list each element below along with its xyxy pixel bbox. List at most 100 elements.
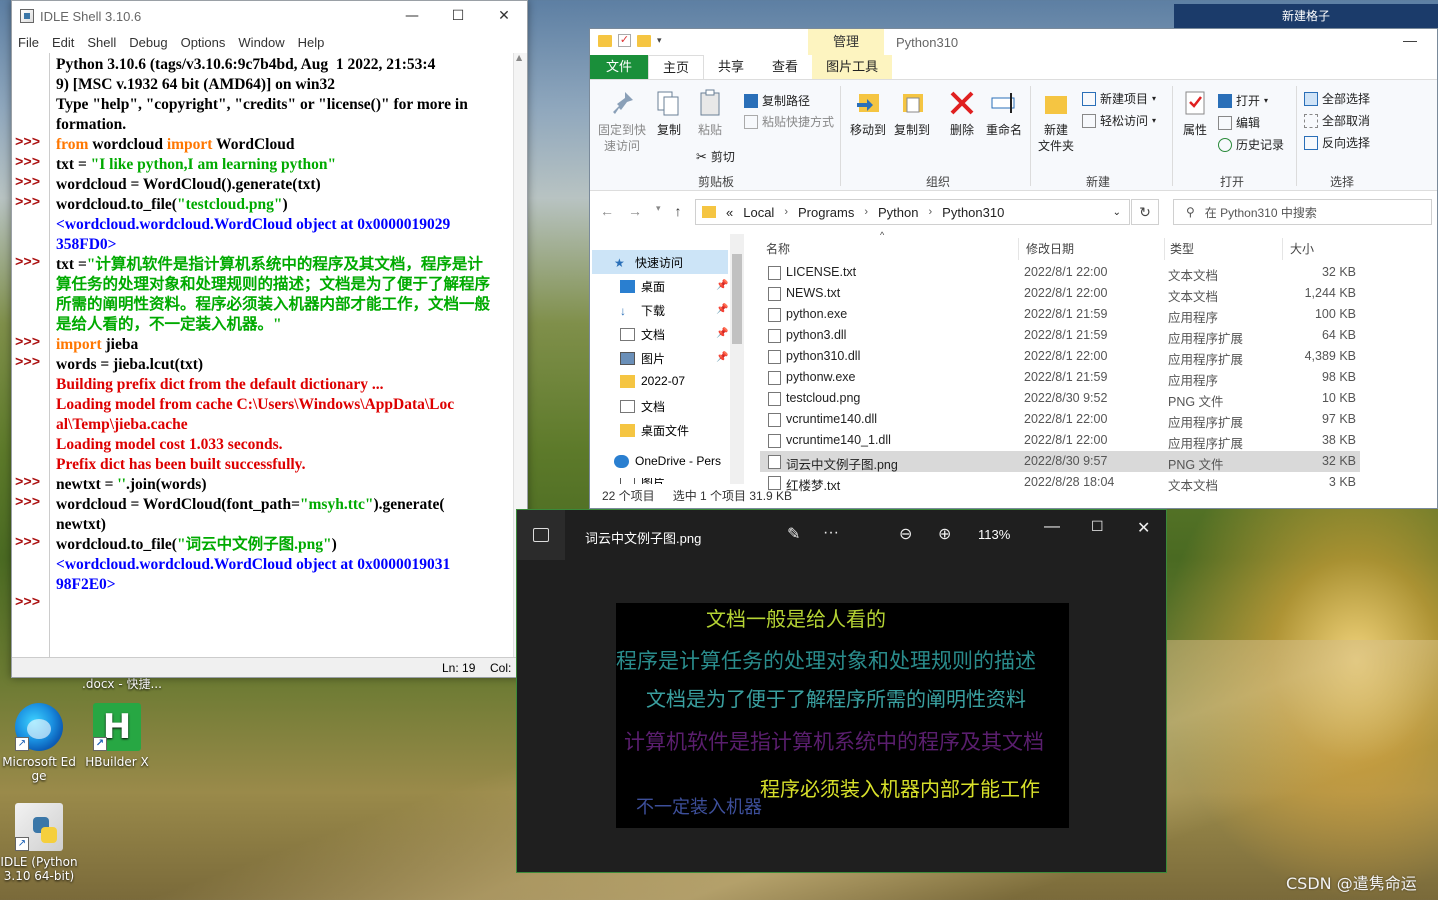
idle-titlebar[interactable]: IDLE Shell 3.10.6 — ☐ ✕ bbox=[12, 1, 527, 31]
tab-manage[interactable]: 管理 bbox=[808, 29, 884, 55]
forward-arrow-icon[interactable]: → bbox=[628, 203, 642, 219]
edit-image-icon[interactable]: ✎ bbox=[787, 524, 800, 544]
history-button[interactable]: 历史记录 bbox=[1218, 136, 1284, 153]
menu-debug[interactable]: Debug bbox=[129, 35, 167, 50]
copy-to-button[interactable]: 复制到 bbox=[892, 88, 932, 138]
nav-onedrive-pictures[interactable]: 图片 bbox=[620, 478, 665, 484]
file-row[interactable]: 红楼梦.txt 2022/8/28 18:04 文本文档 3 KB bbox=[760, 472, 1360, 493]
desktop-icon-edge[interactable]: ↗ Microsoft Ed ge bbox=[0, 703, 78, 783]
chevron-down-icon[interactable]: ⌄ bbox=[1113, 207, 1121, 218]
csdn-watermark: CSDN @遣隽命运 bbox=[1286, 874, 1417, 893]
paste-shortcut-button[interactable]: 粘贴快捷方式 bbox=[744, 113, 834, 130]
easy-access-button[interactable]: 轻松访问 ▾ bbox=[1082, 112, 1156, 129]
nav-folder-2022-07[interactable]: 2022-07 bbox=[620, 374, 685, 388]
crumb-local[interactable]: Local bbox=[743, 205, 774, 220]
crumb-python310[interactable]: Python310 bbox=[942, 205, 1004, 220]
minimize-button[interactable]: — bbox=[389, 1, 435, 31]
photos-app-icon[interactable] bbox=[517, 510, 565, 560]
menu-file[interactable]: File bbox=[18, 35, 39, 50]
maximize-button[interactable]: ☐ bbox=[435, 1, 481, 31]
file-row[interactable]: NEWS.txt 2022/8/1 22:00 文本文档 1,244 KB bbox=[760, 283, 1360, 304]
file-row[interactable]: 词云中文例子图.png 2022/8/30 9:57 PNG 文件 32 KB bbox=[760, 451, 1360, 472]
tab-share[interactable]: 共享 bbox=[704, 55, 758, 79]
chevron-right-icon: › bbox=[784, 206, 788, 218]
new-folder-button[interactable]: 新建 文件夹 bbox=[1036, 88, 1076, 154]
refresh-button[interactable]: ↻ bbox=[1131, 199, 1159, 225]
paste-button[interactable]: 粘贴 bbox=[693, 88, 727, 138]
search-input[interactable]: ⚲ 在 Python310 中搜索 bbox=[1173, 199, 1432, 225]
close-button[interactable]: ✕ bbox=[1137, 518, 1150, 538]
tab-view[interactable]: 查看 bbox=[758, 55, 812, 79]
tab-picture-tools[interactable]: 图片工具 bbox=[812, 55, 893, 79]
minimize-button[interactable]: — bbox=[1403, 32, 1417, 48]
recent-dropdown-icon[interactable]: ▾ bbox=[656, 203, 661, 219]
file-name: vcruntime140.dll bbox=[786, 412, 878, 426]
delete-button[interactable]: 删除 bbox=[942, 88, 982, 138]
new-item-button[interactable]: 新建项目 ▾ bbox=[1082, 90, 1156, 107]
minimize-button[interactable]: — bbox=[1044, 518, 1060, 536]
copy-path-button[interactable]: 复制路径 bbox=[744, 92, 810, 109]
nav-desktop-files[interactable]: 桌面文件 bbox=[620, 422, 689, 439]
properties-check-icon[interactable]: ✓ bbox=[618, 34, 631, 47]
menu-options[interactable]: Options bbox=[181, 35, 226, 50]
menu-shell[interactable]: Shell bbox=[87, 35, 116, 50]
file-row[interactable]: LICENSE.txt 2022/8/1 22:00 文本文档 32 KB bbox=[760, 262, 1360, 283]
menu-edit[interactable]: Edit bbox=[52, 35, 74, 50]
menu-help[interactable]: Help bbox=[298, 35, 325, 50]
desktop-icon-hbuilder[interactable]: H ↗ HBuilder X bbox=[78, 703, 156, 769]
file-row[interactable]: python310.dll 2022/8/1 22:00 应用程序扩展 4,389 K… bbox=[760, 346, 1360, 367]
qat-dropdown-icon[interactable]: ▾ bbox=[657, 35, 662, 46]
shell-text-area[interactable]: Python 3.10.6 (tags/v3.10.6:9c7b4bd, Aug… bbox=[50, 53, 513, 658]
column-name[interactable]: 名称 bbox=[766, 240, 790, 257]
file-row[interactable]: testcloud.png 2022/8/30 9:52 PNG 文件 10 KB bbox=[760, 388, 1360, 409]
file-row[interactable]: python3.dll 2022/8/1 21:59 应用程序扩展 64 KB bbox=[760, 325, 1360, 346]
cut-button[interactable]: ✂ 剪切 bbox=[696, 148, 735, 165]
invert-selection-button[interactable]: 反向选择 bbox=[1304, 134, 1370, 151]
column-type[interactable]: 类型 bbox=[1170, 240, 1194, 257]
nav-pictures[interactable]: 图片 bbox=[620, 350, 665, 367]
nav-quick-access[interactable]: ★ 快速访问 bbox=[614, 254, 683, 271]
crumb-programs[interactable]: Programs bbox=[798, 205, 854, 220]
select-all-button[interactable]: 全部选择 bbox=[1304, 90, 1370, 107]
menu-window[interactable]: Window bbox=[238, 35, 284, 50]
column-date[interactable]: 修改日期 bbox=[1026, 240, 1074, 257]
nav-downloads[interactable]: ↓ 下载 bbox=[620, 302, 665, 319]
select-none-button[interactable]: 全部取消 bbox=[1304, 112, 1370, 129]
file-row[interactable]: vcruntime140.dll 2022/8/1 22:00 应用程序扩展 97 K… bbox=[760, 409, 1360, 430]
tab-home[interactable]: 主页 bbox=[648, 55, 705, 79]
desktop-icon-idle[interactable]: ↗ IDLE (Python 3.10 64-bit) bbox=[0, 803, 78, 883]
move-to-button[interactable]: 移动到 bbox=[848, 88, 888, 138]
zoom-in-icon[interactable]: ⊕ bbox=[938, 524, 951, 544]
copy-button[interactable]: 复制 bbox=[652, 88, 686, 138]
back-arrow-icon[interactable]: ← bbox=[600, 203, 614, 219]
new-folder-icon[interactable] bbox=[637, 34, 651, 47]
zoom-out-icon[interactable]: ⊖ bbox=[899, 524, 912, 544]
address-bar[interactable]: « Local › Programs › Python › Python310 ⌄ bbox=[695, 199, 1130, 225]
up-arrow-icon[interactable]: ↑ bbox=[675, 203, 682, 219]
new-item-icon bbox=[1082, 91, 1096, 106]
properties-button[interactable]: 属性 bbox=[1178, 88, 1212, 138]
explorer-titlebar[interactable]: ✓ ▾ 管理 Python310 — bbox=[590, 29, 1437, 55]
nav-onedrive[interactable]: OneDrive - Pers bbox=[614, 454, 721, 468]
close-button[interactable]: ✕ bbox=[481, 1, 527, 31]
rename-button[interactable]: 重命名 bbox=[984, 88, 1024, 138]
file-row[interactable]: python.exe 2022/8/1 21:59 应用程序 100 KB bbox=[760, 304, 1360, 325]
tab-file[interactable]: 文件 bbox=[590, 55, 649, 79]
more-options-icon[interactable]: ··· bbox=[823, 524, 839, 542]
shell-line: Python 3.10.6 (tags/v3.10.6:9c7b4bd, Aug… bbox=[56, 56, 436, 73]
column-size[interactable]: 大小 bbox=[1290, 240, 1314, 257]
file-row[interactable]: pythonw.exe 2022/8/1 21:59 应用程序 98 KB bbox=[760, 367, 1360, 388]
nav-documents-2[interactable]: 文档 bbox=[620, 398, 665, 415]
open-button[interactable]: 打开 ▾ bbox=[1218, 92, 1268, 109]
folder-icon[interactable] bbox=[598, 34, 612, 47]
pin-quick-access-button[interactable]: 固定到快 速访问 bbox=[596, 88, 648, 154]
nav-documents[interactable]: 文档 bbox=[620, 326, 665, 343]
edit-button[interactable]: 编辑 bbox=[1218, 114, 1260, 131]
nav-scrollbar[interactable] bbox=[730, 234, 744, 484]
address-overflow[interactable]: « bbox=[726, 205, 733, 220]
maximize-button[interactable]: ☐ bbox=[1091, 518, 1104, 535]
nav-desktop[interactable]: 桌面 bbox=[620, 278, 665, 295]
crumb-python[interactable]: Python bbox=[878, 205, 918, 220]
file-row[interactable]: vcruntime140_1.dll 2022/8/1 22:00 应用程序扩展 38… bbox=[760, 430, 1360, 451]
paste-icon bbox=[695, 88, 725, 118]
